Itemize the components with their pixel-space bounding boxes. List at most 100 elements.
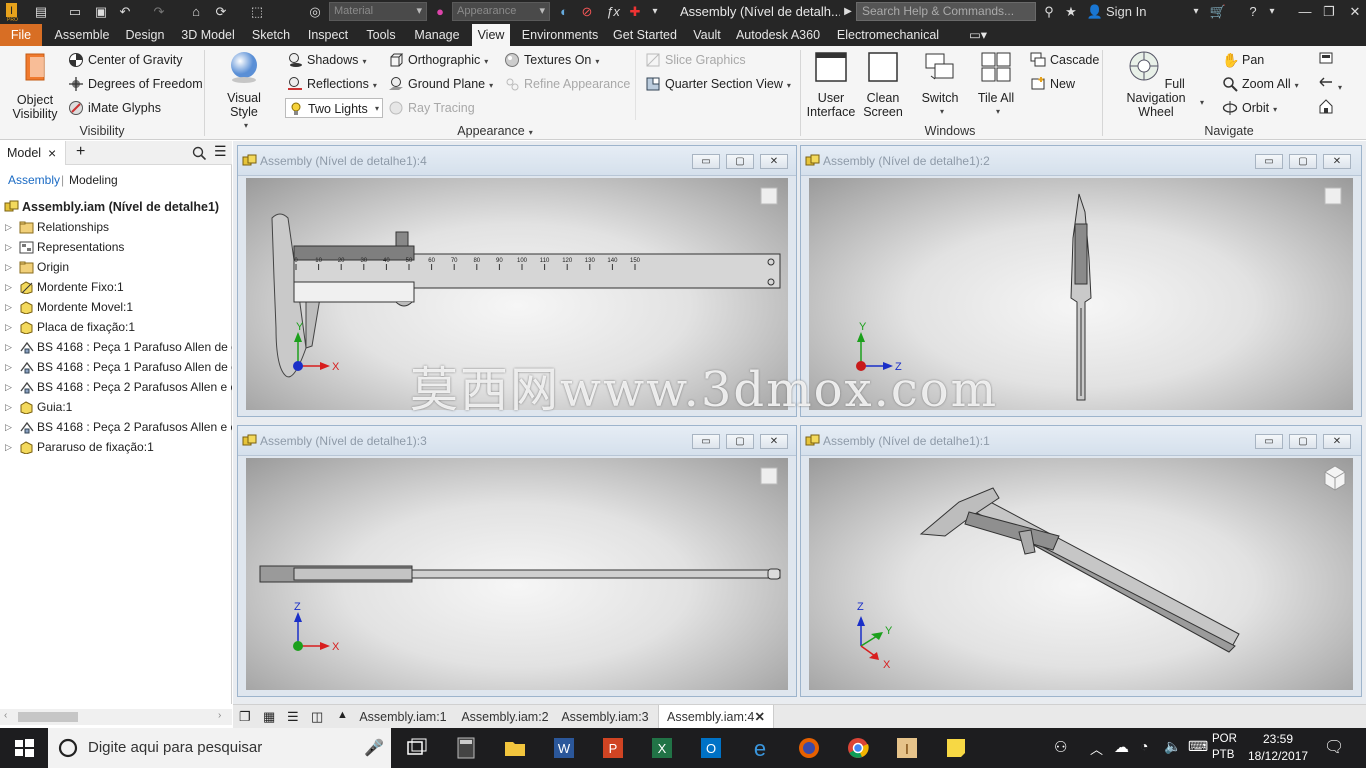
language-bottom[interactable]: PTB xyxy=(1212,749,1234,761)
maximize-button[interactable]: ▢ xyxy=(726,154,754,169)
chevron-down-icon[interactable]: ▾ xyxy=(1190,3,1202,21)
viewport-canvas[interactable]: Z Y X xyxy=(809,458,1353,690)
document-tab-4[interactable]: Assembly.iam:4 ✕ xyxy=(658,705,774,729)
binoculars-icon[interactable]: ⚲ xyxy=(1040,3,1058,21)
tab-file[interactable]: File xyxy=(0,24,42,46)
save-icon[interactable]: ▣ xyxy=(92,3,110,21)
viewport-canvas[interactable]: Z X xyxy=(246,458,788,690)
expand-chevron-icon[interactable]: ▷ xyxy=(5,337,12,357)
tab-autodesk-a360[interactable]: Autodesk A360 xyxy=(734,24,822,46)
measure-icon[interactable]: ✚ xyxy=(626,3,644,21)
tab-3d-model[interactable]: 3D Model xyxy=(178,24,238,46)
tree-item[interactable]: ▷BS 4168 : Peça 2 Parafusos Allen e chav xyxy=(0,417,232,437)
onedrive-cloud-icon[interactable]: ☁ xyxy=(1114,738,1129,756)
user-interface-button[interactable]: User Interface xyxy=(806,50,856,119)
minimize-button[interactable]: ▭ xyxy=(1255,434,1283,449)
cascade-windows-icon[interactable]: ❐ xyxy=(239,709,251,725)
word-icon[interactable]: W xyxy=(552,736,576,760)
new-file-icon[interactable]: ▤ xyxy=(32,3,50,21)
tab-view[interactable]: View xyxy=(472,24,510,46)
view-cube-icon[interactable] xyxy=(760,467,778,485)
people-icon[interactable]: ⚇ xyxy=(1054,738,1067,756)
close-window-button[interactable]: ✕ xyxy=(1346,3,1364,21)
tree-item[interactable]: ▷BS 4168 : Peça 2 Parafusos Allen e chav xyxy=(0,377,232,397)
switch-button[interactable]: Switch ▾ xyxy=(914,50,966,119)
tree-item[interactable]: ▷ Mordente Movel:1 xyxy=(0,297,232,317)
outlook-icon[interactable]: O xyxy=(699,736,723,760)
cart-icon[interactable]: 🛒 xyxy=(1209,3,1227,21)
customize-icon[interactable]: ▾ xyxy=(648,3,662,21)
document-list-icon[interactable]: ▲ xyxy=(337,709,348,721)
chevron-down-icon[interactable]: ▾ xyxy=(1200,98,1204,107)
star-icon[interactable]: ★ xyxy=(1062,3,1080,21)
close-button[interactable]: ✕ xyxy=(1323,154,1351,169)
expand-chevron-icon[interactable]: ▷ xyxy=(5,317,12,337)
scroll-left-icon[interactable]: ‹ xyxy=(4,710,7,721)
restore-window-button[interactable]: ❐ xyxy=(1320,3,1338,21)
tree-item[interactable]: ▷BS 4168 : Peça 1 Parafuso Allen de cabe xyxy=(0,357,232,377)
open-folder-icon[interactable]: ▭ xyxy=(66,3,84,21)
slice-graphics-button[interactable]: Slice Graphics xyxy=(645,50,746,70)
material-select[interactable]: Material ▾ xyxy=(329,2,427,21)
tile-windows-icon[interactable]: ▦ xyxy=(263,709,275,725)
tab-sketch[interactable]: Sketch xyxy=(248,24,294,46)
language-top[interactable]: POR xyxy=(1212,733,1237,745)
view-cube-icon[interactable] xyxy=(1324,187,1342,205)
scroll-thumb[interactable] xyxy=(18,712,78,722)
microphone-icon[interactable]: 🎤 xyxy=(364,738,384,758)
inventor-taskbar-icon[interactable]: I xyxy=(895,736,919,760)
undo-icon[interactable]: ↶ xyxy=(116,3,134,21)
sign-in-link[interactable]: Sign In xyxy=(1106,3,1158,21)
tree-item[interactable]: ▷BS 4168 : Peça 1 Parafuso Allen de cabe xyxy=(0,337,232,357)
minimize-button[interactable]: ▭ xyxy=(692,434,720,449)
tree-item[interactable]: ▷ Guia:1 xyxy=(0,397,232,417)
wifi-icon[interactable]: ◔ xyxy=(1140,738,1148,754)
tree-item[interactable]: ▷ Placa de fixação:1 xyxy=(0,317,232,337)
tree-item[interactable]: ▷ Representations xyxy=(0,237,232,257)
lighting-style-select[interactable]: Two Lights ▾ xyxy=(285,98,383,118)
expand-chevron-icon[interactable]: ▷ xyxy=(5,257,12,277)
document-tab-2[interactable]: Assembly.iam:2 xyxy=(459,705,551,729)
previous-view-icon[interactable]: ▾ xyxy=(1318,74,1358,94)
chevron-up-icon[interactable]: ︿ xyxy=(1090,739,1103,758)
sticky-notes-icon[interactable] xyxy=(944,736,968,760)
chevron-down-icon[interactable]: ▾ xyxy=(1266,3,1278,21)
tree-root[interactable]: Assembly.iam (Nível de detalhe1) xyxy=(0,197,232,217)
appearance-ball-icon[interactable]: ● xyxy=(431,3,449,21)
expand-chevron-icon[interactable]: ▷ xyxy=(5,437,12,457)
volume-icon[interactable]: 🔈 xyxy=(1164,738,1181,755)
textures-on-button[interactable]: Textures On ▾ xyxy=(504,50,599,70)
close-icon[interactable]: × xyxy=(48,141,56,165)
expand-chevron-icon[interactable]: ▷ xyxy=(5,297,12,317)
firefox-icon[interactable] xyxy=(797,736,821,760)
update-icon[interactable]: ⟳ xyxy=(212,3,230,21)
tab-vault[interactable]: Vault xyxy=(688,24,726,46)
tab-environments[interactable]: Environments xyxy=(518,24,602,46)
view-cube-icon[interactable] xyxy=(760,187,778,205)
expand-chevron-icon[interactable]: ▷ xyxy=(5,237,12,257)
ribbon-options-icon[interactable]: ▭▾ xyxy=(964,24,992,46)
orthographic-button[interactable]: Orthographic ▾ xyxy=(388,50,488,70)
add-browser-icon[interactable]: + xyxy=(76,143,85,161)
mode-modeling[interactable]: Modeling xyxy=(69,169,118,191)
appearance-select[interactable]: Appearance ▾ xyxy=(452,2,550,21)
tab-electromechanical[interactable]: Electromechanical xyxy=(832,24,944,46)
refine-appearance-button[interactable]: Refine Appearance xyxy=(504,74,630,94)
tab-model[interactable]: Model × xyxy=(0,141,66,165)
tab-get-started[interactable]: Get Started xyxy=(610,24,680,46)
tree-item[interactable]: ▷ Origin xyxy=(0,257,232,277)
tab-design[interactable]: Design xyxy=(120,24,170,46)
chevron-right-icon[interactable]: ▶ xyxy=(842,3,854,21)
ray-tracing-button[interactable]: Ray Tracing xyxy=(388,98,475,118)
tile-vertical-icon[interactable]: ◫ xyxy=(311,709,323,725)
clear-appearance-icon[interactable]: ⊘ xyxy=(578,3,596,21)
tab-assemble[interactable]: Assemble xyxy=(50,24,114,46)
adjust-appearance-icon[interactable]: ◐ xyxy=(555,3,573,21)
tree-item[interactable]: ▷ Mordente Fixo:1 xyxy=(0,277,232,297)
edge-browser-icon[interactable]: e xyxy=(748,736,772,760)
expand-chevron-icon[interactable]: ▷ xyxy=(5,417,12,437)
inventor-logo-icon[interactable]: IPRO xyxy=(4,2,20,22)
redo-icon[interactable]: ↷ xyxy=(150,3,168,21)
close-button[interactable]: ✕ xyxy=(760,434,788,449)
tree-item[interactable]: ▷ Pararuso de fixação:1 xyxy=(0,437,232,457)
